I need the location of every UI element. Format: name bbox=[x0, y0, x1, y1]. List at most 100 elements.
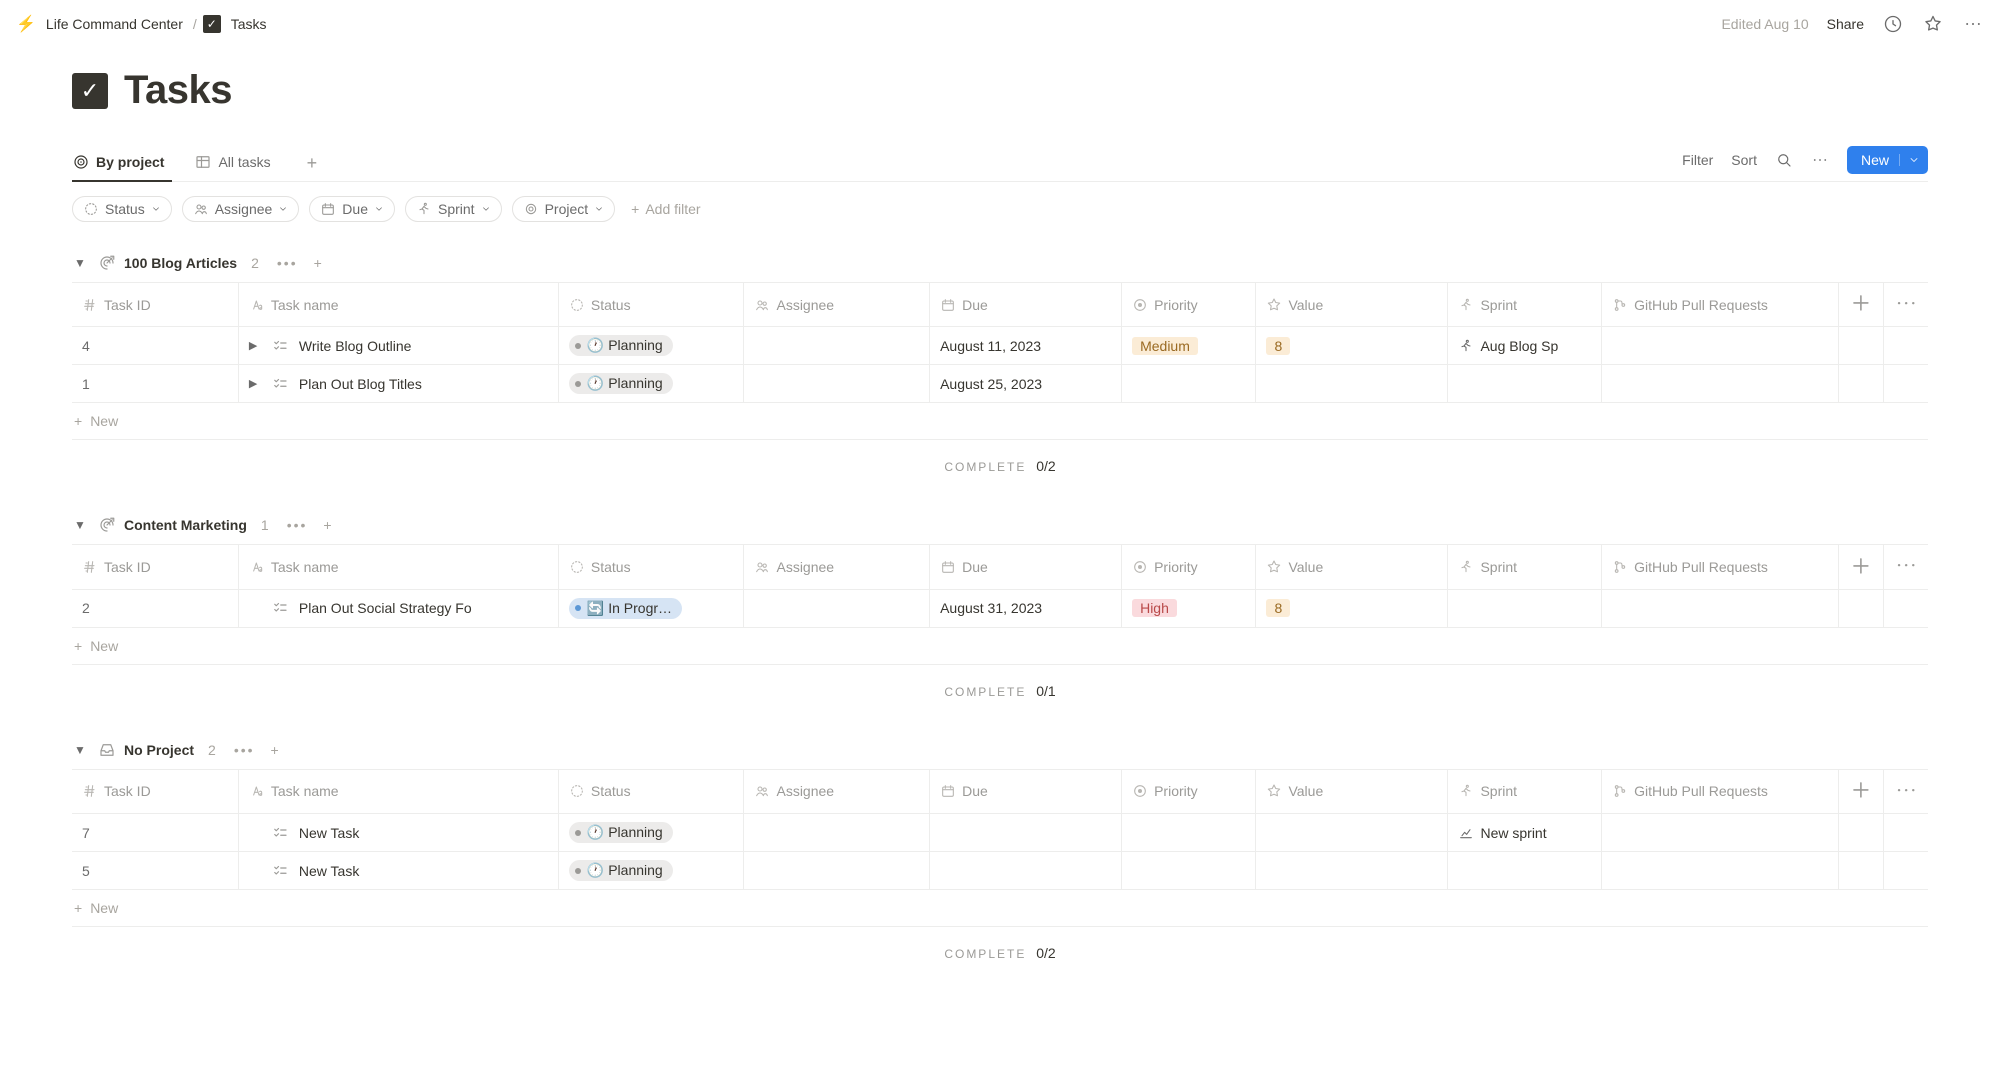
col-value[interactable]: Value bbox=[1288, 559, 1323, 575]
priority-cell[interactable] bbox=[1122, 852, 1256, 890]
filter-chip-project[interactable]: Project bbox=[512, 196, 616, 222]
task-name[interactable]: Plan Out Social Strategy Fo bbox=[299, 600, 472, 616]
table-row[interactable]: 4 ▶Write Blog Outline 🕐 Planning August … bbox=[72, 327, 1928, 365]
due-cell[interactable]: August 25, 2023 bbox=[930, 365, 1122, 403]
add-column-button[interactable] bbox=[1838, 545, 1883, 589]
group-name[interactable]: 100 Blog Articles bbox=[124, 255, 237, 271]
column-more-button[interactable] bbox=[1883, 545, 1928, 589]
col-due[interactable]: Due bbox=[962, 559, 988, 575]
value-pill[interactable]: 8 bbox=[1266, 337, 1290, 355]
group-add-icon[interactable]: + bbox=[271, 742, 279, 758]
sprint-cell[interactable]: Aug Blog Sp bbox=[1448, 327, 1602, 365]
tab-by-project[interactable]: By project bbox=[72, 145, 172, 181]
group-add-icon[interactable]: + bbox=[314, 255, 322, 271]
sort-button[interactable]: Sort bbox=[1731, 152, 1757, 168]
group-more-icon[interactable]: ••• bbox=[287, 517, 308, 533]
col-prs[interactable]: GitHub Pull Requests bbox=[1634, 297, 1768, 313]
prs-cell[interactable] bbox=[1602, 852, 1839, 890]
col-assignee[interactable]: Assignee bbox=[776, 783, 834, 799]
task-name[interactable]: Plan Out Blog Titles bbox=[299, 376, 422, 392]
group-header[interactable]: ▼ 100 Blog Articles 2 ••• + bbox=[72, 246, 1928, 282]
star-icon[interactable] bbox=[1922, 13, 1944, 35]
clock-icon[interactable] bbox=[1882, 13, 1904, 35]
status-pill[interactable]: 🕐 Planning bbox=[569, 822, 673, 843]
breadcrumb-current[interactable]: Tasks bbox=[227, 14, 271, 34]
prs-cell[interactable] bbox=[1602, 589, 1839, 627]
sprint-cell[interactable]: New sprint bbox=[1448, 814, 1602, 852]
col-task-id[interactable]: Task ID bbox=[104, 783, 151, 799]
due-cell[interactable] bbox=[930, 852, 1122, 890]
col-prs[interactable]: GitHub Pull Requests bbox=[1634, 783, 1768, 799]
value-cell[interactable] bbox=[1256, 365, 1448, 403]
value-pill[interactable]: 8 bbox=[1266, 599, 1290, 617]
task-name[interactable]: New Task bbox=[299, 825, 359, 841]
tab-all-tasks[interactable]: All tasks bbox=[194, 145, 278, 181]
group-disclosure-icon[interactable]: ▼ bbox=[74, 518, 90, 532]
col-priority[interactable]: Priority bbox=[1154, 297, 1198, 313]
col-assignee[interactable]: Assignee bbox=[776, 559, 834, 575]
new-button[interactable]: New bbox=[1847, 146, 1928, 174]
new-button-chevron-icon[interactable] bbox=[1899, 154, 1920, 166]
col-status[interactable]: Status bbox=[591, 783, 631, 799]
sprint-name[interactable]: Aug Blog Sp bbox=[1480, 338, 1558, 354]
prs-cell[interactable] bbox=[1602, 814, 1839, 852]
group-header[interactable]: ▼ No Project 2 ••• + bbox=[72, 733, 1928, 769]
add-row-button[interactable]: + New bbox=[72, 890, 1928, 927]
status-pill[interactable]: 🕐 Planning bbox=[569, 335, 673, 356]
col-prs[interactable]: GitHub Pull Requests bbox=[1634, 559, 1768, 575]
group-name[interactable]: No Project bbox=[124, 742, 194, 758]
due-cell[interactable]: August 31, 2023 bbox=[930, 589, 1122, 627]
col-value[interactable]: Value bbox=[1288, 297, 1323, 313]
sprint-name[interactable]: New sprint bbox=[1480, 825, 1546, 841]
due-cell[interactable] bbox=[930, 814, 1122, 852]
add-column-button[interactable] bbox=[1838, 769, 1883, 813]
status-pill[interactable]: 🔄 In Progr… bbox=[569, 598, 682, 619]
group-more-icon[interactable]: ••• bbox=[277, 255, 298, 271]
row-disclosure-icon[interactable]: ▶ bbox=[249, 377, 261, 390]
col-status[interactable]: Status bbox=[591, 559, 631, 575]
col-sprint[interactable]: Sprint bbox=[1480, 559, 1517, 575]
col-priority[interactable]: Priority bbox=[1154, 783, 1198, 799]
col-value[interactable]: Value bbox=[1288, 783, 1323, 799]
breadcrumb-parent[interactable]: Life Command Center bbox=[42, 14, 187, 34]
table-row[interactable]: 1 ▶Plan Out Blog Titles 🕐 Planning Augus… bbox=[72, 365, 1928, 403]
col-status[interactable]: Status bbox=[591, 297, 631, 313]
col-task-id[interactable]: Task ID bbox=[104, 559, 151, 575]
status-pill[interactable]: 🕐 Planning bbox=[569, 373, 673, 394]
column-more-button[interactable] bbox=[1883, 283, 1928, 327]
toolbar-more-icon[interactable] bbox=[1811, 151, 1829, 169]
filter-button[interactable]: Filter bbox=[1682, 152, 1713, 168]
col-assignee[interactable]: Assignee bbox=[776, 297, 834, 313]
priority-cell[interactable]: High bbox=[1122, 589, 1256, 627]
priority-cell[interactable] bbox=[1122, 814, 1256, 852]
col-due[interactable]: Due bbox=[962, 297, 988, 313]
table-row[interactable]: 2 Plan Out Social Strategy Fo 🔄 In Progr… bbox=[72, 589, 1928, 627]
more-icon[interactable] bbox=[1962, 13, 1984, 35]
priority-pill[interactable]: High bbox=[1132, 599, 1177, 617]
share-button[interactable]: Share bbox=[1827, 16, 1864, 32]
due-cell[interactable]: August 11, 2023 bbox=[930, 327, 1122, 365]
assignee-cell[interactable] bbox=[744, 327, 930, 365]
table-row[interactable]: 5 New Task 🕐 Planning bbox=[72, 852, 1928, 890]
search-icon[interactable] bbox=[1775, 151, 1793, 169]
col-task-name[interactable]: Task name bbox=[271, 559, 339, 575]
priority-cell[interactable]: Medium bbox=[1122, 327, 1256, 365]
priority-cell[interactable] bbox=[1122, 365, 1256, 403]
sprint-cell[interactable] bbox=[1448, 365, 1602, 403]
assignee-cell[interactable] bbox=[744, 814, 930, 852]
row-disclosure-icon[interactable]: ▶ bbox=[249, 339, 261, 352]
sprint-cell[interactable] bbox=[1448, 852, 1602, 890]
value-cell[interactable] bbox=[1256, 852, 1448, 890]
filter-chip-assignee[interactable]: Assignee bbox=[182, 196, 300, 222]
assignee-cell[interactable] bbox=[744, 365, 930, 403]
group-disclosure-icon[interactable]: ▼ bbox=[74, 256, 90, 270]
group-disclosure-icon[interactable]: ▼ bbox=[74, 743, 90, 757]
add-row-button[interactable]: + New bbox=[72, 628, 1928, 665]
filter-chip-sprint[interactable]: Sprint bbox=[405, 196, 502, 222]
group-header[interactable]: ▼ Content Marketing 1 ••• + bbox=[72, 508, 1928, 544]
sprint-cell[interactable] bbox=[1448, 589, 1602, 627]
filter-chip-status[interactable]: Status bbox=[72, 196, 172, 222]
assignee-cell[interactable] bbox=[744, 589, 930, 627]
group-add-icon[interactable]: + bbox=[323, 517, 331, 533]
add-row-button[interactable]: + New bbox=[72, 403, 1928, 440]
